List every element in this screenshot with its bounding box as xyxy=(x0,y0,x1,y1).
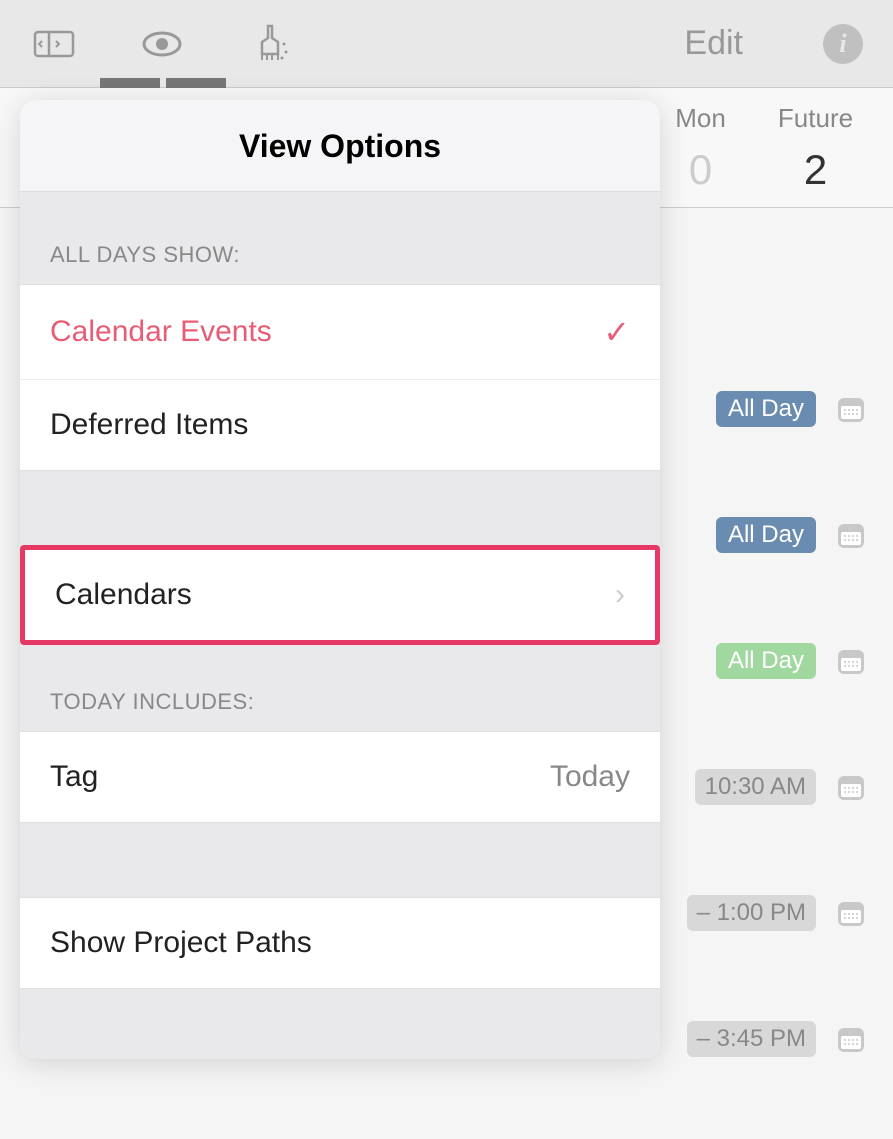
section-today-label: TODAY INCLUDES: xyxy=(20,645,660,731)
day-col-future[interactable]: Future 2 xyxy=(758,103,873,207)
bg-row: – 1:00 PM xyxy=(643,887,893,939)
calendar-icon xyxy=(834,392,868,426)
bg-row: All Day xyxy=(643,383,893,435)
calendar-icon xyxy=(834,770,868,804)
tab-indicator xyxy=(100,78,226,88)
calendars-group: Calendars › xyxy=(20,545,660,645)
all-days-group: Calendar Events ✓ Deferred Items xyxy=(20,284,660,471)
bg-row: – 3:45 PM xyxy=(643,1013,893,1065)
day-count-future: 2 xyxy=(758,146,873,194)
time-badge: 10:30 AM xyxy=(695,769,816,805)
calendars-row[interactable]: Calendars › xyxy=(25,550,655,640)
calendar-events-label: Calendar Events xyxy=(50,315,272,349)
popover-title: View Options xyxy=(20,100,660,192)
show-project-paths-label: Show Project Paths xyxy=(50,926,312,960)
check-icon: ✓ xyxy=(603,313,630,351)
allday-badge: All Day xyxy=(716,391,816,427)
calendar-icon xyxy=(834,644,868,678)
chevron-right-icon: › xyxy=(615,578,625,612)
tag-label: Tag xyxy=(50,760,98,794)
day-label-future: Future xyxy=(758,103,873,134)
allday-badge: All Day xyxy=(716,517,816,553)
allday-badge: All Day xyxy=(716,643,816,679)
day-col-mon[interactable]: Mon 0 xyxy=(643,103,758,207)
calendar-icon xyxy=(834,1022,868,1056)
edit-button[interactable]: Edit xyxy=(684,24,743,63)
toolbar: Edit i xyxy=(0,0,893,88)
section-all-days-label: ALL DAYS SHOW: xyxy=(20,192,660,284)
paths-group: Show Project Paths xyxy=(20,897,660,989)
day-count-mon: 0 xyxy=(643,146,758,194)
tag-value: Today xyxy=(550,760,630,794)
show-project-paths-row[interactable]: Show Project Paths xyxy=(20,898,660,988)
background-items: All Day All Day All Day 10:30 AM – 1:00 … xyxy=(643,208,893,1139)
calendar-icon xyxy=(834,518,868,552)
calendar-icon xyxy=(834,896,868,930)
view-options-icon[interactable] xyxy=(138,20,186,68)
sidebar-toggle-icon[interactable] xyxy=(30,20,78,68)
bg-row: 10:30 AM xyxy=(643,761,893,813)
info-icon[interactable]: i xyxy=(823,24,863,64)
clean-icon[interactable] xyxy=(246,20,294,68)
time-badge: – 1:00 PM xyxy=(687,895,816,931)
calendar-events-row[interactable]: Calendar Events ✓ xyxy=(20,285,660,380)
calendars-label: Calendars xyxy=(55,578,192,612)
bg-row: All Day xyxy=(643,509,893,561)
tag-row[interactable]: Tag Today xyxy=(20,732,660,822)
today-group: Tag Today xyxy=(20,731,660,823)
deferred-items-label: Deferred Items xyxy=(50,408,248,442)
day-label-mon: Mon xyxy=(643,103,758,134)
bg-row: All Day xyxy=(643,635,893,687)
deferred-items-row[interactable]: Deferred Items xyxy=(20,380,660,470)
time-badge: – 3:45 PM xyxy=(687,1021,816,1057)
view-options-popover: View Options ALL DAYS SHOW: Calendar Eve… xyxy=(20,100,660,1059)
